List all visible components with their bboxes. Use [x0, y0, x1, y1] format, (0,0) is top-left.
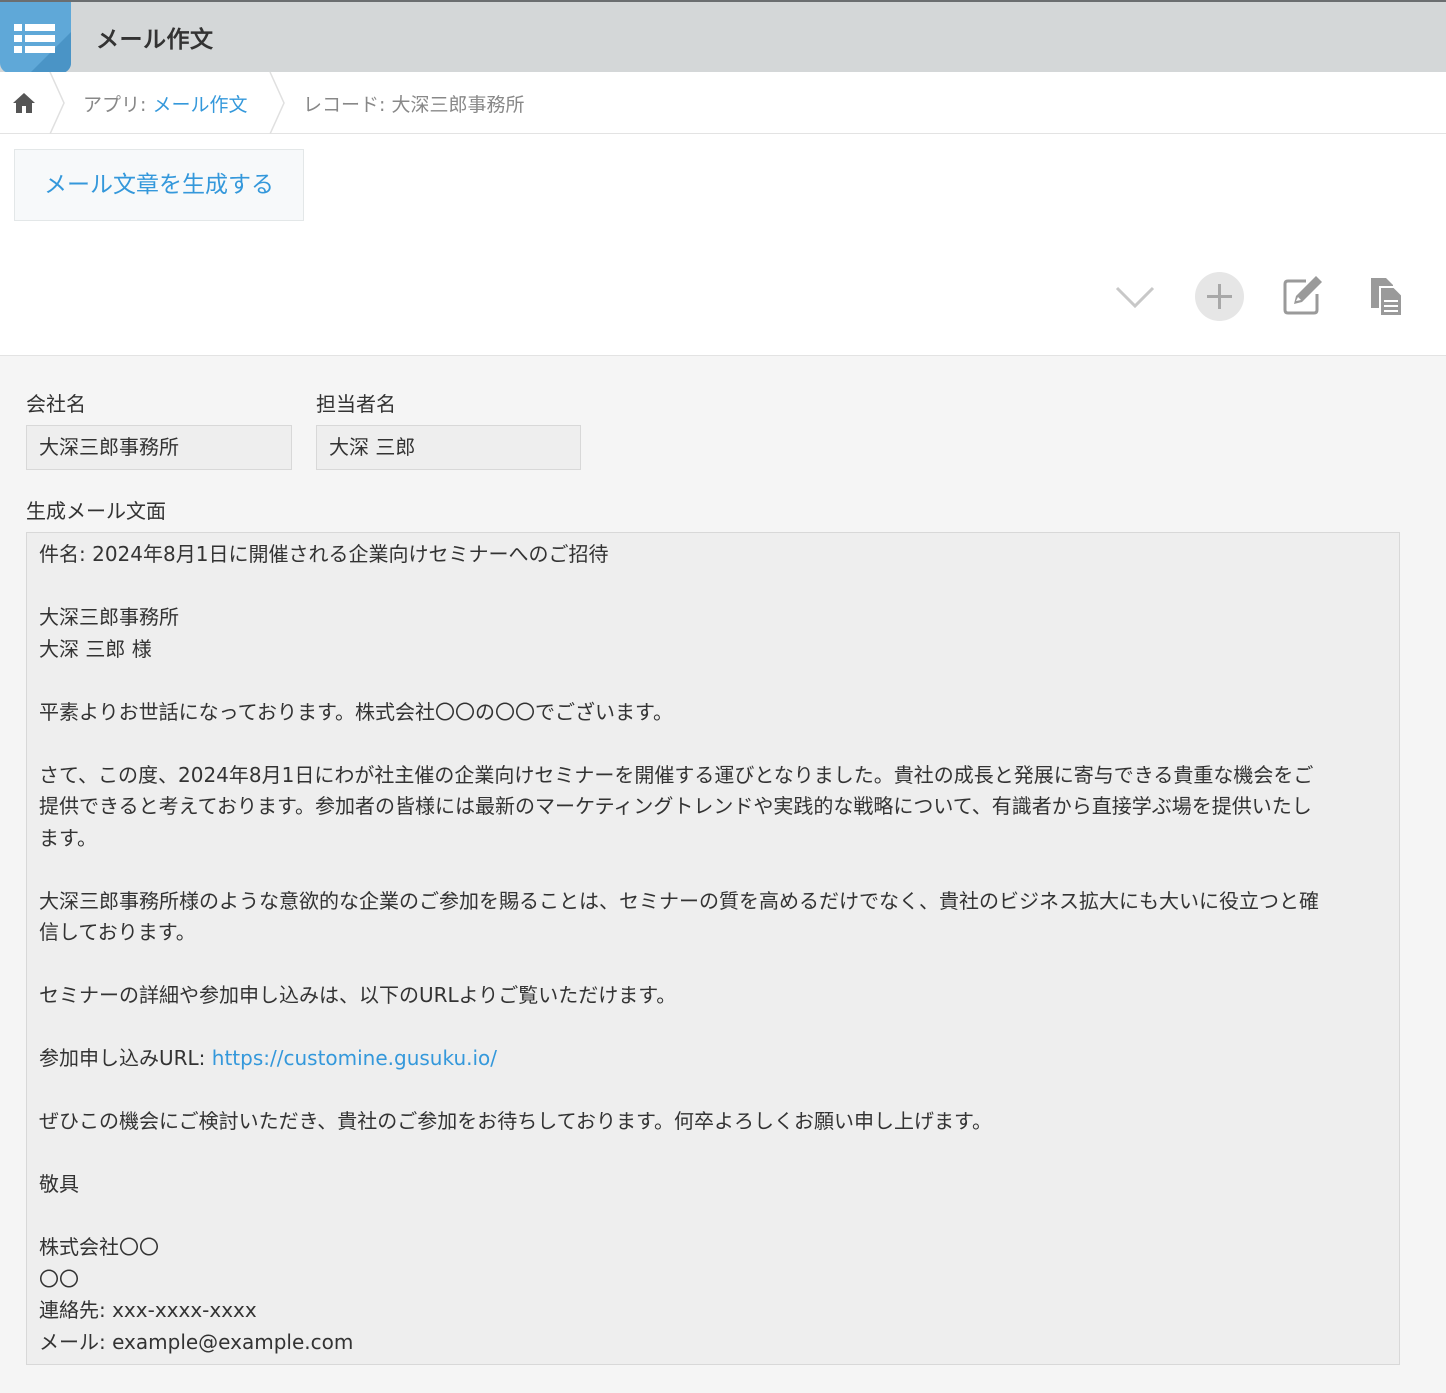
mail-line: メール: example@example.com	[39, 1327, 1387, 1359]
mail-line	[39, 571, 1387, 603]
breadcrumb-app-link[interactable]: メール作文	[152, 94, 247, 116]
mail-line	[39, 949, 1387, 981]
contact-person-label: 担当者名	[316, 392, 396, 416]
breadcrumb: アプリ: メール作文 レコード: 大深三郎事務所	[0, 72, 1446, 134]
mail-line-text: 株式会社〇〇	[39, 1235, 159, 1259]
mail-line: 株式会社〇〇	[39, 1232, 1387, 1264]
mail-line-text: さて、この度、2024年8月1日にわが社主催の企業向けセミナーを開催する運びとな…	[39, 762, 1314, 787]
mail-line: 件名: 2024年8月1日に開催される企業向けセミナーへのご招待	[39, 539, 1387, 571]
mail-line: 連絡先: xxx-xxxx-xxxx	[39, 1295, 1387, 1327]
mail-line: 大深三郎事務所様のような意欲的な企業のご参加を賜ることは、セミナーの質を高めるだ…	[39, 886, 1387, 918]
company-name-label: 会社名	[26, 392, 86, 416]
breadcrumb-app: アプリ: メール作文	[83, 90, 247, 117]
mail-line	[39, 728, 1387, 760]
mail-line-text: 平素よりお世話になっております。株式会社〇〇の〇〇でございます。	[39, 699, 673, 724]
mail-line-text: ぜひこの機会にご検討いただき、貴社のご参加をお待ちしております。何卒よろしくお願…	[39, 1109, 992, 1133]
copy-icon[interactable]	[1366, 274, 1408, 320]
mail-line: 提供できると考えております。参加者の皆様には最新のマーケティングトレンドや実践的…	[39, 791, 1387, 823]
mail-line: 大深三郎事務所	[39, 602, 1387, 634]
mail-line-text: 参加申し込みURL:	[39, 1046, 212, 1070]
record-detail-page: メール作文 アプリ: メール作文 レコード: 大深三郎事務所 メール文章を生成す…	[0, 0, 1446, 1393]
mail-line	[39, 1138, 1387, 1170]
mail-line-text: ます。	[39, 825, 97, 850]
mail-line-text: 提供できると考えております。参加者の皆様には最新のマーケティングトレンドや実践的…	[39, 794, 1312, 818]
mail-line: 大深 三郎 様	[39, 634, 1387, 666]
mail-line: ぜひこの機会にご検討いただき、貴社のご参加をお待ちしております。何卒よろしくお願…	[39, 1106, 1387, 1138]
list-icon[interactable]	[0, 2, 71, 73]
mail-line-text: 連絡先: xxx-xxxx-xxxx	[39, 1298, 257, 1322]
generated-mail-label: 生成メール文面	[26, 499, 166, 523]
mail-line	[39, 665, 1387, 697]
app-header: メール作文	[0, 0, 1446, 73]
breadcrumb-separator	[269, 72, 285, 134]
add-record-button[interactable]	[1195, 272, 1244, 321]
mail-line: セミナーの詳細や参加申し込みは、以下のURLよりご覧いただけます。	[39, 980, 1387, 1012]
mail-line: 敬具	[39, 1169, 1387, 1201]
mail-line: 〇〇	[39, 1264, 1387, 1296]
signup-url-link[interactable]: https://customine.gusuku.io/	[212, 1046, 497, 1070]
breadcrumb-separator	[49, 72, 65, 134]
generate-mail-button[interactable]: メール文章を生成する	[14, 149, 304, 221]
mail-line	[39, 1201, 1387, 1233]
company-name-value: 大深三郎事務所	[26, 425, 292, 470]
mail-line-text: 敬具	[39, 1172, 79, 1196]
mail-line-text: セミナーの詳細や参加申し込みは、以下のURLよりご覧いただけます。	[39, 983, 677, 1007]
home-icon[interactable]	[12, 91, 36, 115]
mail-line: 平素よりお世話になっております。株式会社〇〇の〇〇でございます。	[39, 697, 1387, 729]
mail-line	[39, 1075, 1387, 1107]
mail-line	[39, 1012, 1387, 1044]
edit-icon[interactable]	[1280, 272, 1324, 318]
breadcrumb-record: レコード: 大深三郎事務所	[303, 94, 525, 116]
mail-line: 参加申し込みURL: https://customine.gusuku.io/	[39, 1043, 1387, 1075]
mail-line-text: 大深三郎事務所	[39, 605, 179, 629]
mail-line-text: 件名: 2024年8月1日に開催される企業向けセミナーへのご招待	[39, 542, 609, 566]
plus-icon	[1207, 284, 1232, 309]
breadcrumb-app-prefix: アプリ:	[83, 94, 153, 116]
mail-line	[39, 854, 1387, 886]
chevron-down-icon[interactable]	[1112, 274, 1158, 320]
app-title: メール作文	[96, 27, 214, 53]
generated-mail-text: 件名: 2024年8月1日に開催される企業向けセミナーへのご招待 大深三郎事務所大…	[26, 532, 1400, 1365]
contact-person-value: 大深 三郎	[316, 425, 581, 470]
mail-line-text: 大深 三郎 様	[39, 636, 152, 661]
mail-line: 信しております。	[39, 917, 1387, 949]
mail-line-text: メール: example@example.com	[39, 1329, 354, 1354]
mail-line: さて、この度、2024年8月1日にわが社主催の企業向けセミナーを開催する運びとな…	[39, 760, 1387, 792]
action-area: メール文章を生成する	[0, 134, 1446, 356]
mail-line-text: 大深三郎事務所様のような意欲的な企業のご参加を賜ることは、セミナーの質を高めるだ…	[39, 888, 1319, 913]
mail-line: ます。	[39, 823, 1387, 855]
mail-line-text: 信しております。	[39, 920, 196, 944]
mail-line-text: 〇〇	[39, 1266, 79, 1291]
